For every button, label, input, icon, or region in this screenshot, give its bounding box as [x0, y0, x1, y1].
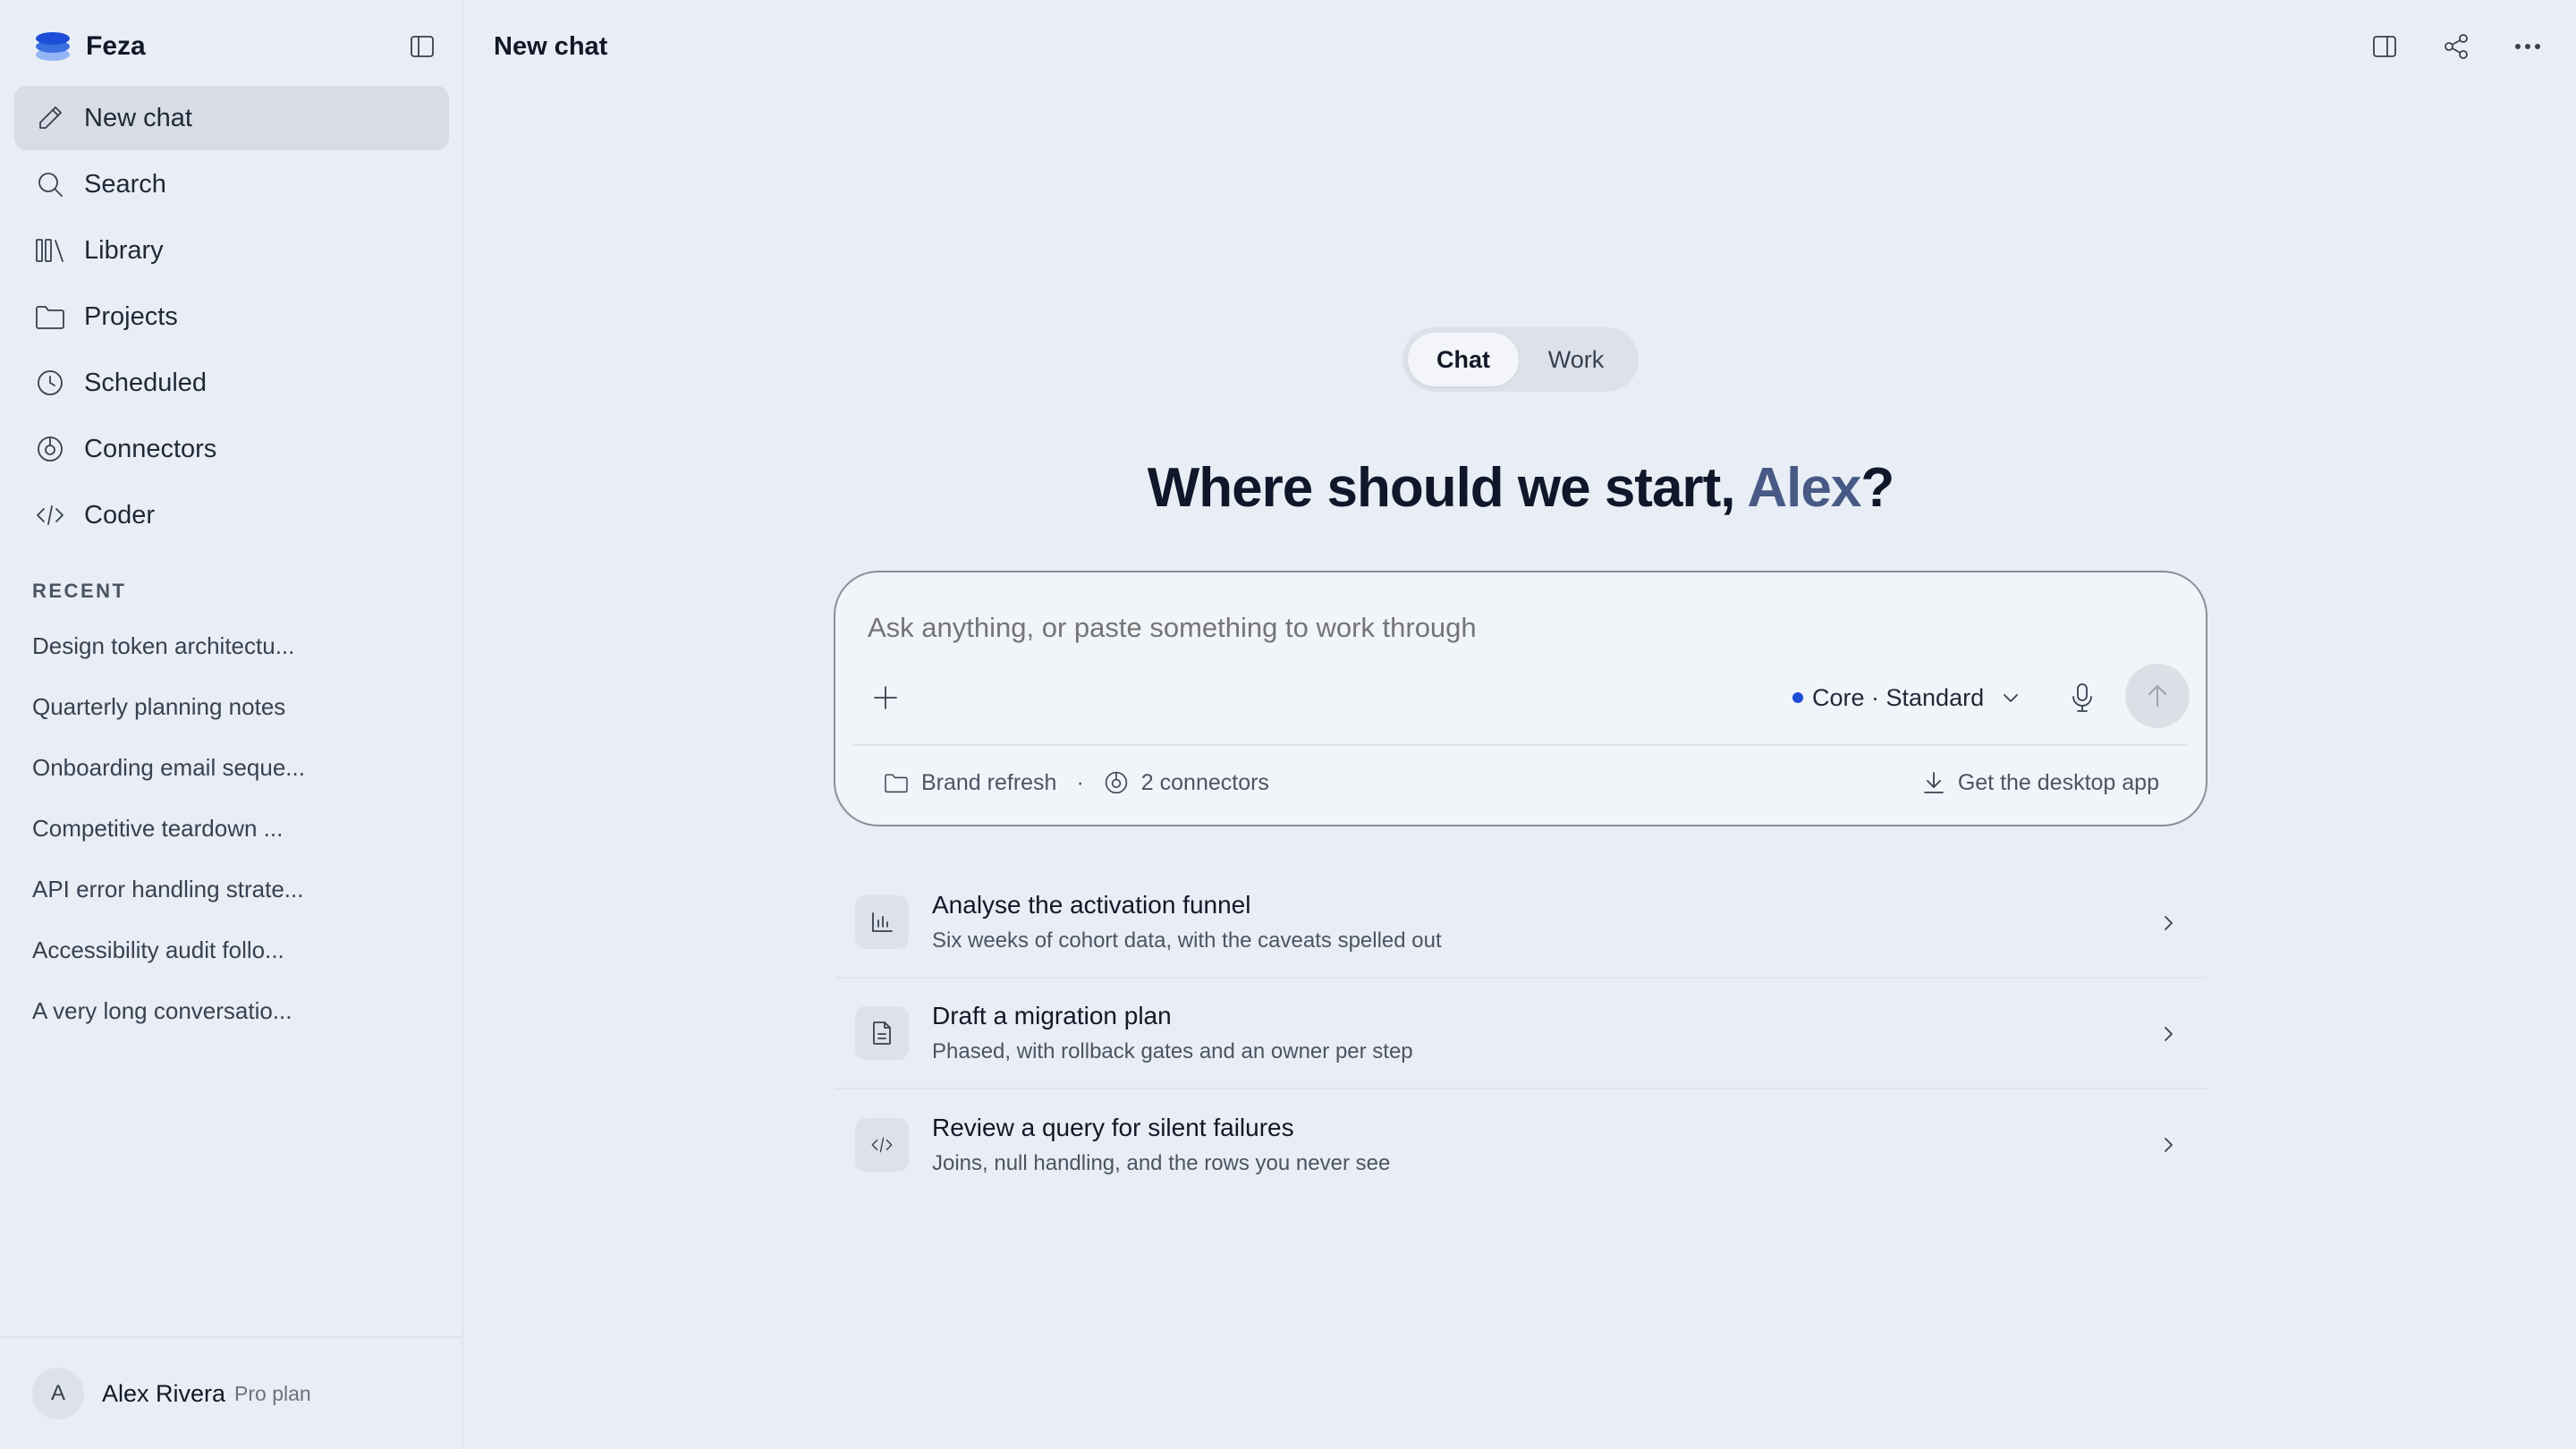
- suggestion-subtitle: Six weeks of cohort data, with the cavea…: [932, 928, 1442, 953]
- suggestion-title: Analyse the activation funnel: [932, 891, 1251, 919]
- bar-chart-icon: [855, 895, 909, 949]
- prompt-input[interactable]: [868, 612, 2120, 644]
- avatar: A: [32, 1368, 84, 1419]
- send-button[interactable]: [2125, 664, 2190, 728]
- pencil-icon: [34, 102, 66, 134]
- search-icon: [34, 168, 66, 200]
- connector-icon: [1104, 770, 1129, 795]
- clock-icon: [34, 367, 66, 399]
- composer-divider: [853, 744, 2188, 746]
- feza-logo-icon: [34, 30, 72, 63]
- suggestion-item[interactable]: Draft a migration plan Phased, with roll…: [835, 979, 2206, 1089]
- ellipsis-icon: [2514, 42, 2541, 51]
- share-button[interactable]: [2438, 27, 2474, 66]
- recent-chat-item[interactable]: A very long conversatio...: [32, 993, 426, 1054]
- project-label: Brand refresh: [921, 769, 1057, 795]
- more-options-button[interactable]: [2510, 27, 2546, 66]
- recent-list: Design token architectu... Quarterly pla…: [32, 628, 426, 1054]
- document-icon: [855, 1006, 909, 1060]
- sidebar-item-label: Projects: [84, 301, 178, 331]
- share-icon: [2443, 33, 2470, 60]
- library-icon: [34, 234, 66, 267]
- chevron-right-icon: [2150, 1127, 2186, 1163]
- sidebar-item-label: Search: [84, 169, 166, 199]
- voice-input-button[interactable]: [2063, 678, 2102, 717]
- sidebar-item-label: Connectors: [84, 434, 217, 463]
- mode-toggle: Chat Work: [1402, 327, 1639, 392]
- add-attachment-button[interactable]: [866, 678, 905, 717]
- model-selector[interactable]: Core · Standard: [1792, 678, 2021, 717]
- recent-chat-item[interactable]: API error handling strate...: [32, 871, 426, 932]
- header-actions: [2367, 27, 2546, 66]
- suggestion-subtitle: Phased, with rollback gates and an owner…: [932, 1039, 1413, 1063]
- suggestion-item[interactable]: Analyse the activation funnel Six weeks …: [835, 868, 2206, 979]
- chat-composer: Core · Standard Brand refresh · 2 connec…: [834, 571, 2207, 826]
- user-profile[interactable]: A Alex Rivera Pro plan: [0, 1336, 462, 1449]
- user-name: Alex Rivera: [102, 1379, 226, 1407]
- greeting-name: Alex: [1747, 457, 1861, 519]
- sidebar-item-label: New chat: [84, 103, 192, 132]
- split-panel-icon: [2372, 35, 2397, 58]
- tab-work[interactable]: Work: [1519, 333, 1633, 386]
- recent-chat-item[interactable]: Quarterly planning notes: [32, 689, 426, 750]
- connector-icon: [34, 433, 66, 465]
- get-desktop-app-link[interactable]: Get the desktop app: [1922, 760, 2159, 805]
- suggestion-title: Draft a migration plan: [932, 1002, 1172, 1030]
- suggestion-subtitle: Joins, null handling, and the rows you n…: [932, 1151, 1391, 1175]
- sidebar-item-projects[interactable]: Projects: [14, 284, 449, 349]
- model-label: Core · Standard: [1812, 683, 1985, 711]
- sidebar-item-coder[interactable]: Coder: [14, 483, 449, 547]
- model-status-dot: [1792, 692, 1803, 703]
- code-icon: [34, 499, 66, 531]
- recent-chat-item[interactable]: Competitive teardown ...: [32, 810, 426, 871]
- desktop-link-label: Get the desktop app: [1957, 769, 2159, 795]
- app-name: Feza: [86, 31, 146, 61]
- sidebar-item-label: Library: [84, 235, 164, 265]
- sidebar-item-connectors[interactable]: Connectors: [14, 417, 449, 481]
- brand[interactable]: Feza: [34, 27, 146, 66]
- plus-icon: [872, 684, 899, 711]
- project-chip[interactable]: Brand refresh: [884, 770, 1056, 796]
- suggestion-item[interactable]: Review a query for silent failures Joins…: [835, 1089, 2206, 1200]
- connectors-label: 2 connectors: [1140, 769, 1269, 795]
- greeting-suffix: ?: [1860, 457, 1894, 519]
- recent-heading: RECENT: [32, 580, 127, 602]
- greeting-headline: Where should we start, Alex?: [835, 456, 2206, 520]
- composer-context: Brand refresh · 2 connectors: [884, 760, 1269, 805]
- tab-chat[interactable]: Chat: [1408, 333, 1519, 386]
- sidebar-nav: New chat Search Library Projects Schedul…: [14, 86, 449, 549]
- sidebar-item-label: Coder: [84, 500, 155, 530]
- chevron-right-icon: [2150, 1016, 2186, 1052]
- greeting-prefix: Where should we start,: [1147, 457, 1748, 519]
- sidebar-item-label: Scheduled: [84, 368, 208, 397]
- sidebar-item-search[interactable]: Search: [14, 152, 449, 216]
- chevron-down-icon: [2000, 687, 2021, 708]
- page-title: New chat: [494, 32, 608, 61]
- folder-icon: [34, 301, 66, 333]
- toggle-panel-button[interactable]: [2367, 27, 2402, 66]
- sidebar-toggle-icon: [410, 35, 435, 58]
- recent-chat-item[interactable]: Design token architectu...: [32, 628, 426, 689]
- plan-badge: Pro plan: [234, 1381, 311, 1405]
- arrow-up-icon: [2145, 682, 2170, 709]
- sidebar-item-new-chat[interactable]: New chat: [14, 86, 449, 150]
- sidebar-item-library[interactable]: Library: [14, 218, 449, 283]
- separator-dot: ·: [1076, 769, 1084, 795]
- connectors-chip[interactable]: 2 connectors: [1104, 770, 1269, 796]
- suggestion-title: Review a query for silent failures: [932, 1114, 1294, 1141]
- download-icon: [1922, 770, 1945, 795]
- sidebar: Feza New chat Search Library Projects Sc…: [0, 0, 463, 1449]
- chevron-right-icon: [2150, 905, 2186, 941]
- recent-chat-item[interactable]: Accessibility audit follo...: [32, 932, 426, 993]
- suggestion-list: Analyse the activation funnel Six weeks …: [835, 868, 2206, 1200]
- code-icon: [855, 1118, 909, 1172]
- microphone-icon: [2070, 682, 2095, 713]
- sidebar-item-scheduled[interactable]: Scheduled: [14, 351, 449, 415]
- folder-icon: [884, 772, 909, 793]
- recent-chat-item[interactable]: Onboarding email seque...: [32, 750, 426, 810]
- collapse-sidebar-button[interactable]: [404, 29, 440, 64]
